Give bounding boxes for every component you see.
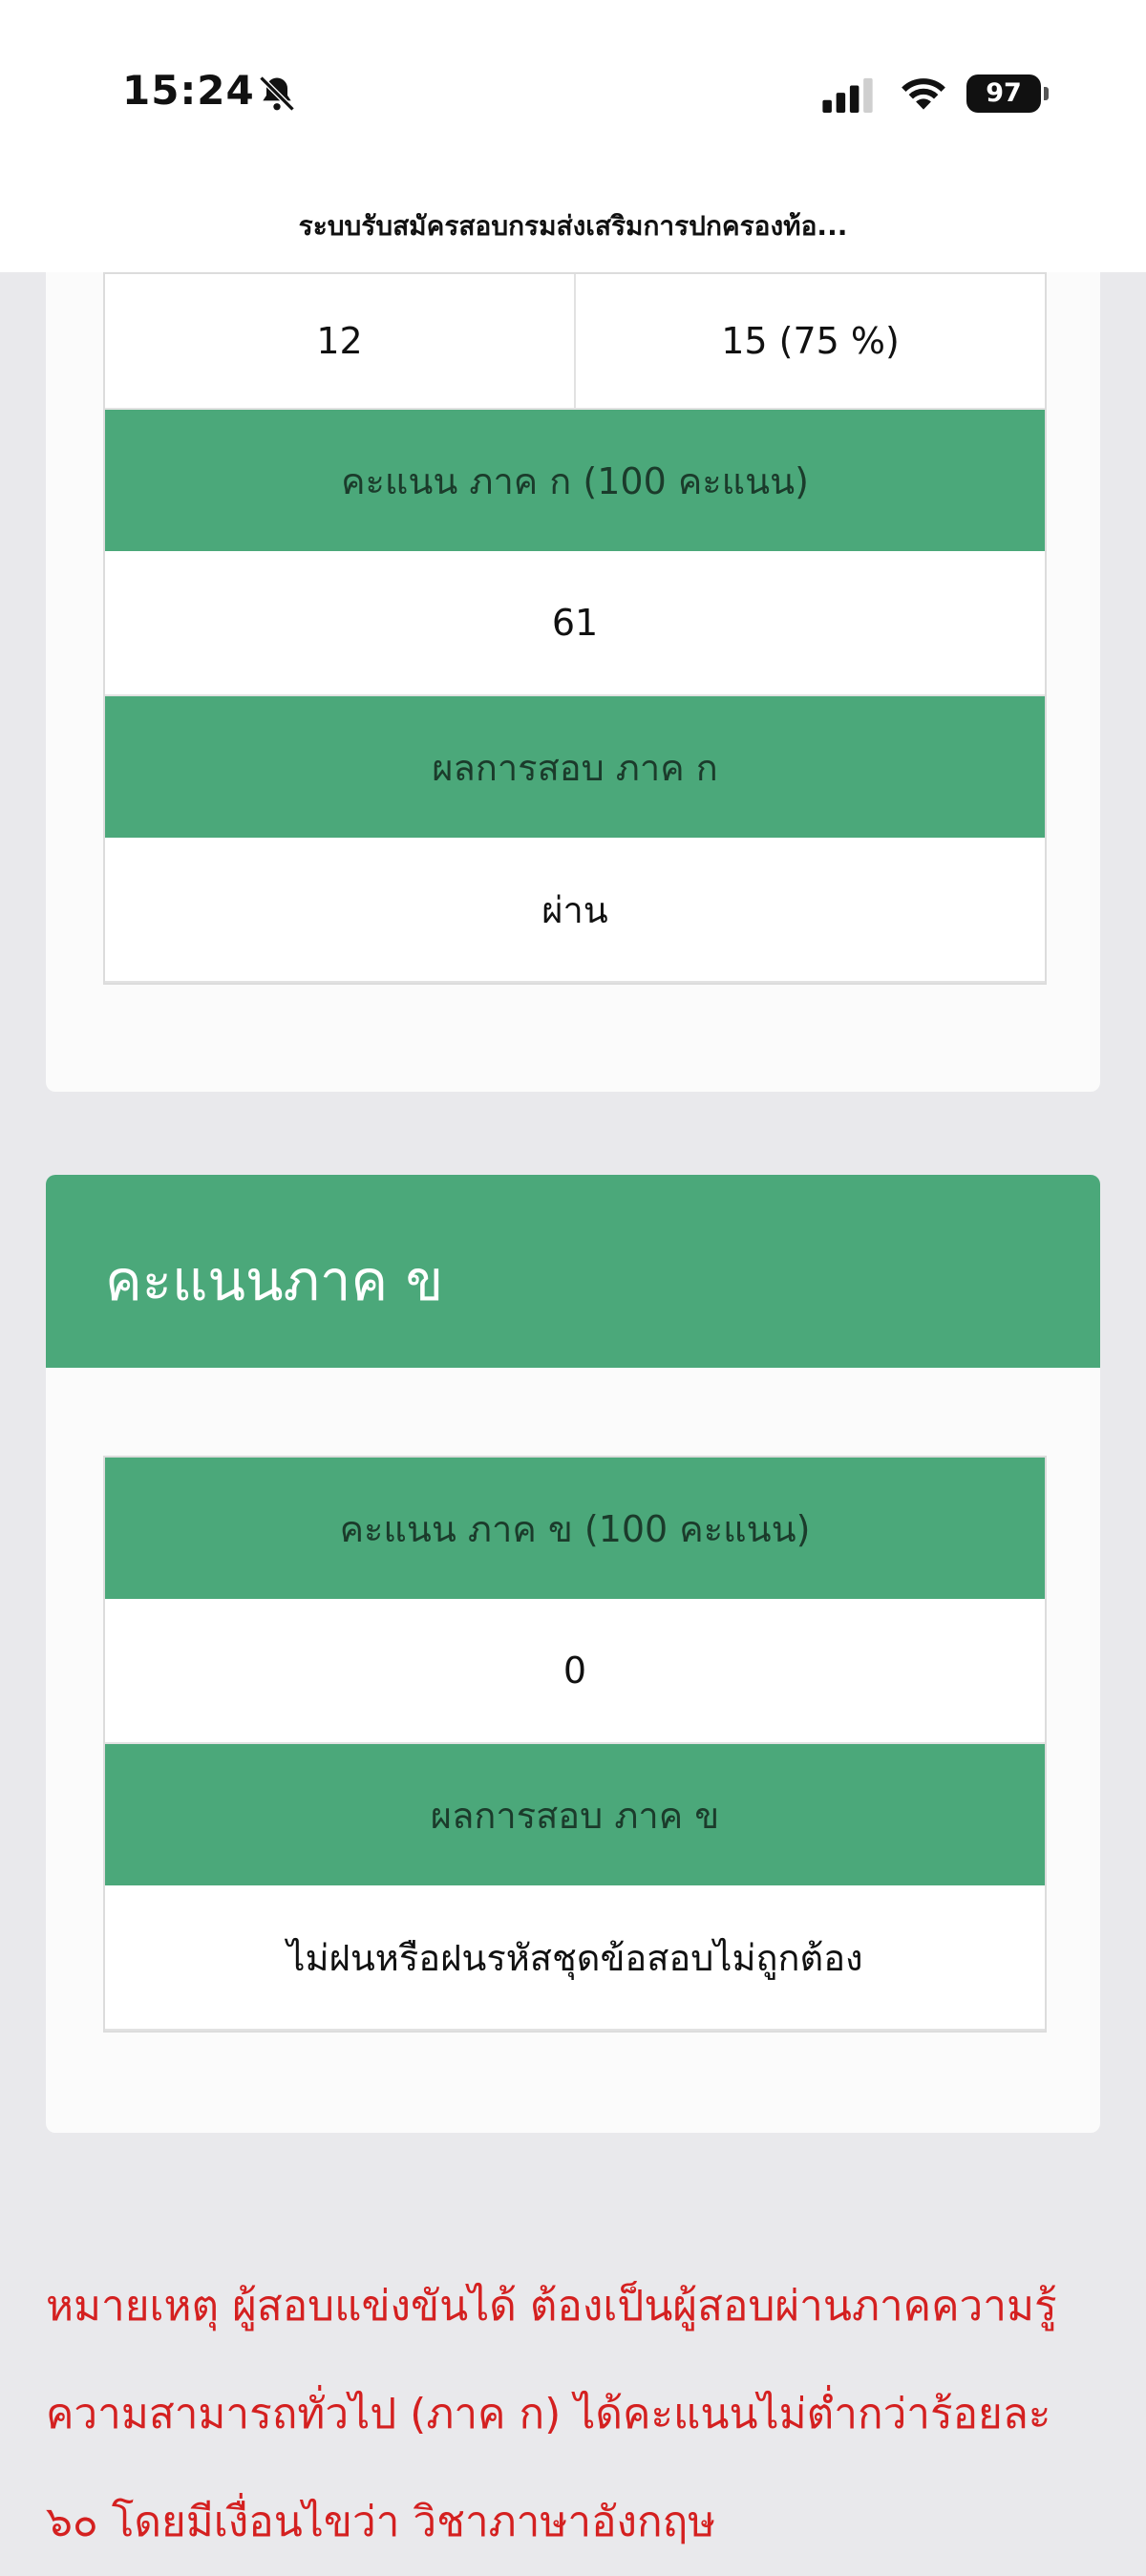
cellular-signal-icon	[822, 77, 873, 113]
part-a-result-header: ผลการสอบ ภาค ก	[105, 696, 1045, 838]
part-b-score-header: คะแนน ภาค ข (100 คะแนน)	[105, 1458, 1045, 1599]
part-a-score-header: คะแนน ภาค ก (100 คะแนน)	[105, 410, 1045, 551]
count-cell: 12	[316, 320, 363, 362]
status-bar: 15:24 97	[0, 0, 1146, 191]
part-b-card: คะแนนภาค ข คะแนน ภาค ข (100 คะแนน) 0 ผลก…	[46, 1175, 1100, 2133]
part-b-score-value: 0	[105, 1599, 1045, 1744]
page-title: ระบบรับสมัครสอบกรมส่งเสริมการปกครองท้อ..…	[298, 210, 848, 242]
part-b-card-header: คะแนนภาค ข	[46, 1175, 1100, 1368]
part-b-result-header: ผลการสอบ ภาค ข	[105, 1744, 1045, 1885]
part-a-score-table: 12 15 (75 %) คะแนน ภาค ก (100 คะแนน) 61 …	[103, 272, 1047, 985]
table-row: 12 15 (75 %)	[105, 274, 1045, 410]
note-text: หมายเหตุ ผู้สอบแข่งขันได้ ต้องเป็นผู้สอบ…	[46, 2282, 1057, 2546]
part-a-card: 12 15 (75 %) คะแนน ภาค ก (100 คะแนน) 61 …	[46, 272, 1100, 1092]
part-a-result-value: ผ่าน	[105, 838, 1045, 983]
part-a-score-value: 61	[105, 551, 1045, 696]
part-b-result-value: ไม่ฝนหรือฝนรหัสชุดข้อสอบไม่ถูกต้อง	[105, 1885, 1045, 2031]
battery-icon: 97	[966, 75, 1049, 113]
status-time: 15:24	[122, 67, 255, 114]
wifi-icon	[902, 78, 945, 110]
percent-cell: 15 (75 %)	[574, 274, 1045, 408]
part-b-title: คะแนนภาค ข	[105, 1248, 444, 1313]
bell-slash-icon	[259, 75, 295, 112]
part-b-score-table: คะแนน ภาค ข (100 คะแนน) 0 ผลการสอบ ภาค ข…	[103, 1456, 1047, 2033]
